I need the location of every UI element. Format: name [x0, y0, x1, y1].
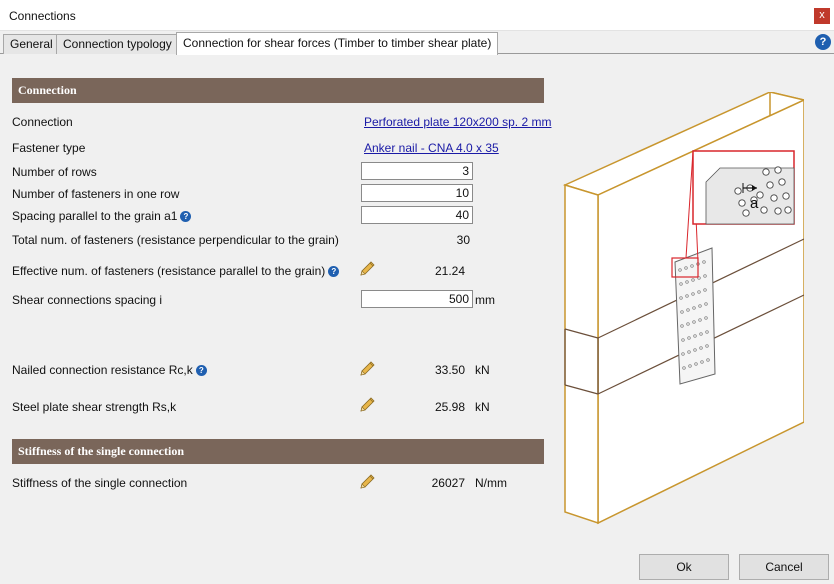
num-rows-input[interactable]: 3: [361, 162, 473, 180]
fastener-type-label: Fastener type: [12, 141, 86, 155]
title-bar: Connections x: [0, 0, 834, 31]
diagram-detail-label: a: [750, 195, 759, 212]
connection-diagram: a: [562, 92, 804, 525]
ok-button[interactable]: Ok: [639, 554, 729, 580]
total-fasteners-label: Total num. of fasteners (resistance perp…: [12, 233, 339, 247]
pencil-icon[interactable]: [358, 360, 376, 378]
tab-bar: General Connection typology Connection f…: [0, 31, 834, 55]
connection-link[interactable]: Perforated plate 120x200 sp. 2 mm: [364, 115, 551, 129]
shear-spacing-input[interactable]: 500: [361, 290, 473, 308]
plate-strength-value: 25.98: [434, 400, 465, 414]
stiffness-label: Stiffness of the single connection: [12, 476, 188, 490]
nailed-resistance-text: Nailed connection resistance Rc,k: [12, 363, 193, 377]
tab-connection-typology[interactable]: Connection typology: [56, 34, 179, 54]
shear-spacing-unit: mm: [475, 293, 495, 307]
stiffness-value: 26027: [431, 476, 465, 490]
pencil-icon[interactable]: [358, 473, 376, 491]
spacing-a1-text: Spacing parallel to the grain a1: [12, 209, 178, 223]
num-fasteners-row-input[interactable]: 10: [361, 184, 473, 202]
tab-shear-connection[interactable]: Connection for shear forces (Timber to t…: [176, 32, 499, 55]
help-icon[interactable]: ?: [815, 34, 831, 50]
info-icon[interactable]: ?: [328, 266, 340, 277]
close-button[interactable]: x: [814, 8, 830, 24]
section-header-connection: Connection: [12, 78, 544, 103]
num-fasteners-row-label: Number of fasteners in one row: [12, 187, 180, 201]
window-title: Connections: [9, 9, 76, 23]
plate-strength-unit: kN: [475, 400, 490, 414]
info-icon[interactable]: ?: [195, 365, 207, 376]
pencil-icon[interactable]: [358, 396, 376, 414]
spacing-a1-input[interactable]: 40: [361, 206, 473, 224]
num-rows-label: Number of rows: [12, 165, 97, 179]
nailed-resistance-value: 33.50: [434, 363, 465, 377]
cancel-button[interactable]: Cancel: [739, 554, 829, 580]
pencil-icon[interactable]: [358, 260, 376, 278]
connection-label: Connection: [12, 115, 73, 129]
effective-fasteners-label: Effective num. of fasteners (resistance …: [12, 264, 340, 278]
spacing-a1-label: Spacing parallel to the grain a1?: [12, 209, 192, 223]
effective-fasteners-text: Effective num. of fasteners (resistance …: [12, 264, 326, 278]
nailed-resistance-label: Nailed connection resistance Rc,k?: [12, 363, 207, 377]
shear-spacing-label: Shear connections spacing i: [12, 293, 163, 307]
total-fasteners-value: 30: [456, 233, 470, 247]
info-icon[interactable]: ?: [180, 211, 192, 222]
tab-general[interactable]: General: [3, 34, 60, 54]
effective-fasteners-value: 21.24: [434, 264, 465, 278]
stiffness-unit: N/mm: [475, 476, 507, 490]
fastener-type-link[interactable]: Anker nail - CNA 4.0 x 35: [364, 141, 499, 155]
plate-strength-label: Steel plate shear strength Rs,k: [12, 400, 177, 414]
section-header-stiffness: Stiffness of the single connection: [12, 439, 544, 464]
nailed-resistance-unit: kN: [475, 363, 490, 377]
